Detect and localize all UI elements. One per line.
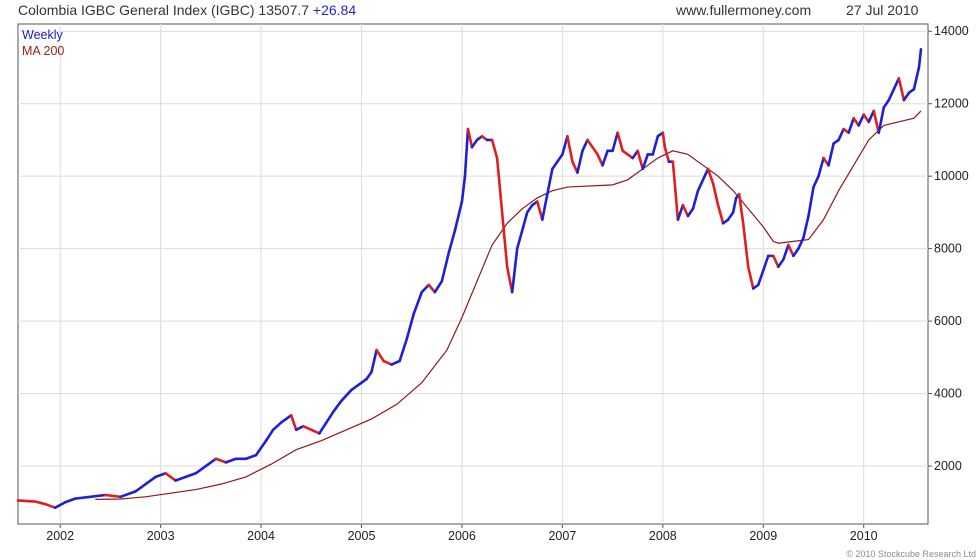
- y-tick-label: 4000: [934, 387, 962, 401]
- y-tick-label: 6000: [934, 314, 962, 328]
- x-tick-label: 2010: [850, 529, 878, 543]
- x-tick-label: 2002: [46, 529, 74, 543]
- x-tick-label: 2008: [649, 529, 677, 543]
- copyright-notice: © 2010 Stockcube Research Ltd: [846, 549, 976, 559]
- plot-area: [17, 23, 929, 525]
- x-tick-label: 2003: [147, 529, 175, 543]
- weekly-segment-down: [104, 493, 122, 499]
- price-chart: 2000 4000 6000 8000 10000 12000 14000 2002 2003 2…: [16, 23, 969, 543]
- weekly-segment-down: [16, 499, 37, 503]
- y-tick-label: 10000: [934, 169, 969, 183]
- weekly-segment-up: [89, 493, 107, 499]
- x-tick-label: 2005: [348, 529, 376, 543]
- legend-weekly: Weekly: [22, 28, 63, 42]
- x-tick-label: 2009: [749, 529, 777, 543]
- legend-ma200: MA 200: [22, 44, 65, 58]
- y-tick-label: 14000: [934, 24, 969, 38]
- x-tick-label: 2006: [448, 529, 476, 543]
- weekly-segment-up: [73, 495, 92, 500]
- y-tick-label: 8000: [934, 242, 962, 256]
- x-tick-label: 2007: [548, 529, 576, 543]
- y-tick-label: 12000: [934, 97, 969, 111]
- y-tick-label: 2000: [934, 459, 962, 473]
- x-tick-label: 2004: [247, 529, 275, 543]
